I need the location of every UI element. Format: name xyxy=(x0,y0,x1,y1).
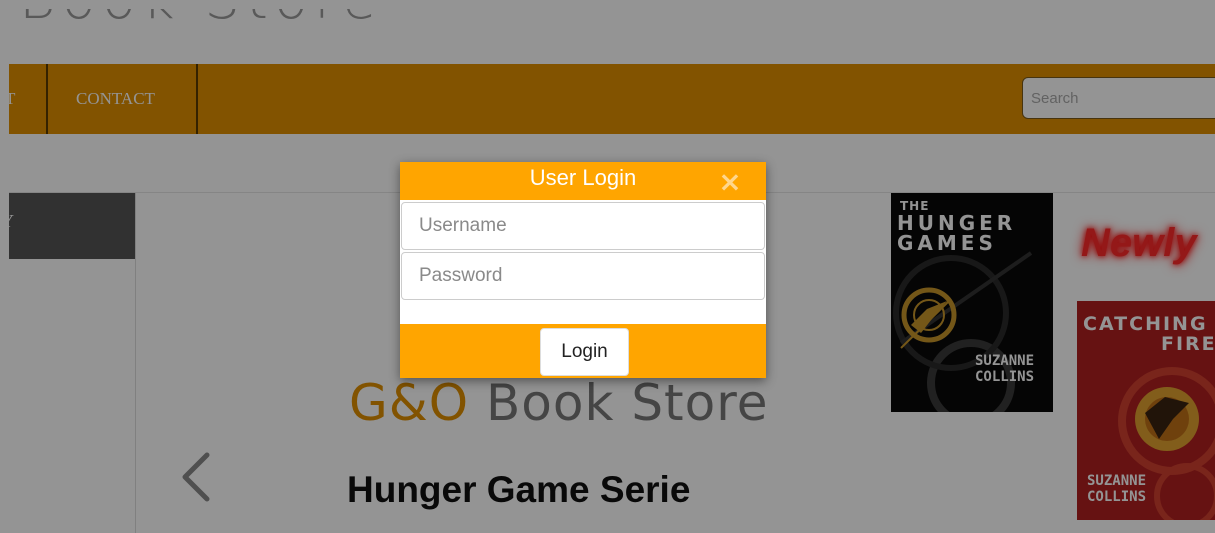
username-field[interactable] xyxy=(401,202,765,250)
modal-header: User Login × xyxy=(400,162,766,198)
close-icon[interactable]: × xyxy=(717,168,743,196)
password-field[interactable] xyxy=(401,252,765,300)
login-button[interactable]: Login xyxy=(540,328,629,376)
modal-title: User Login xyxy=(529,165,637,190)
modal-footer: Login xyxy=(400,324,766,378)
modal-body xyxy=(400,200,766,324)
login-modal: User Login × Login xyxy=(400,162,766,378)
